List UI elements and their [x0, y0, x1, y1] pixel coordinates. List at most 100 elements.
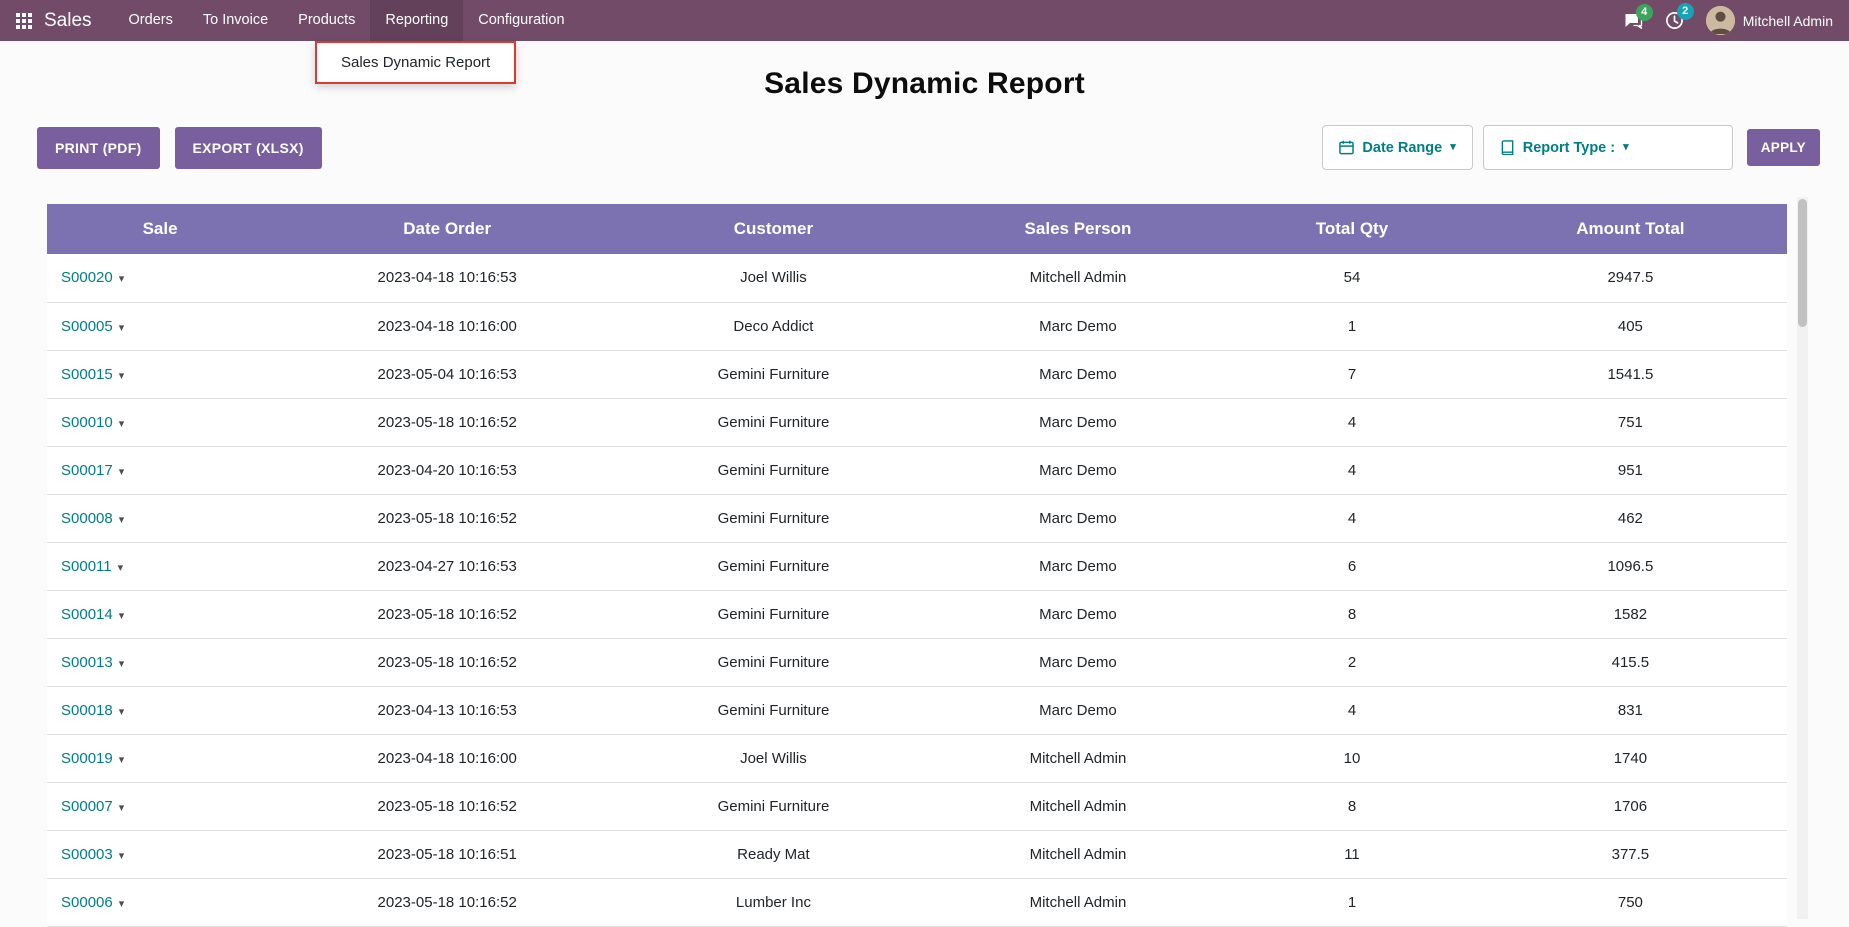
total-qty-cell: 4	[1230, 494, 1474, 542]
activities-count-badge: 2	[1677, 3, 1694, 20]
reporting-dropdown-menu: Sales Dynamic Report	[315, 41, 516, 84]
table-row: S00008▾2023-05-18 10:16:52Gemini Furnitu…	[47, 494, 1787, 542]
sale-dropdown-caret-icon[interactable]: ▾	[119, 898, 125, 910]
customer-cell: Gemini Furniture	[621, 350, 926, 398]
table-row: S00020▾2023-04-18 10:16:53Joel WillisMit…	[47, 254, 1787, 302]
customer-cell: Joel Willis	[621, 734, 926, 782]
messages-icon[interactable]: 4	[1624, 12, 1643, 30]
date-order-cell: 2023-05-18 10:16:52	[273, 782, 621, 830]
nav-item-reporting[interactable]: Reporting	[370, 0, 463, 41]
total-qty-cell: 10	[1230, 734, 1474, 782]
sale-dropdown-caret-icon[interactable]: ▾	[119, 418, 125, 430]
sale-dropdown-caret-icon[interactable]: ▾	[119, 850, 125, 862]
app-brand-sales[interactable]: Sales	[44, 10, 92, 32]
sale-order-link[interactable]: S00014	[61, 606, 113, 623]
report-table: Sale Date Order Customer Sales Person To…	[47, 204, 1787, 927]
nav-item-products[interactable]: Products	[283, 0, 370, 41]
customer-cell: Gemini Furniture	[621, 638, 926, 686]
column-header-total-qty: Total Qty	[1230, 204, 1474, 254]
amount-total-cell: 377.5	[1474, 830, 1787, 878]
sale-dropdown-caret-icon[interactable]: ▾	[119, 466, 125, 478]
sale-cell: S00018 ▾	[47, 686, 273, 734]
activities-icon[interactable]: 2	[1665, 11, 1684, 30]
sale-cell: S00019 ▾	[47, 734, 273, 782]
sale-dropdown-caret-icon[interactable]: ▾	[119, 706, 125, 718]
sale-cell: S00010 ▾	[47, 398, 273, 446]
menu-item-sales-dynamic-report[interactable]: Sales Dynamic Report	[317, 43, 514, 82]
amount-total-cell: 951	[1474, 446, 1787, 494]
date-order-cell: 2023-05-18 10:16:52	[273, 638, 621, 686]
sale-dropdown-caret-icon[interactable]: ▾	[119, 370, 125, 382]
print-pdf-button[interactable]: PRINT (PDF)	[37, 127, 160, 169]
apps-grid-icon[interactable]	[16, 13, 32, 29]
sale-order-link[interactable]: S00015	[61, 366, 113, 383]
report-type-button[interactable]: Report Type : ▾	[1484, 126, 1645, 169]
total-qty-cell: 4	[1230, 446, 1474, 494]
sale-order-link[interactable]: S00018	[61, 702, 113, 719]
sale-order-link[interactable]: S00005	[61, 318, 113, 335]
sales-person-cell: Mitchell Admin	[926, 830, 1231, 878]
user-name-label: Mitchell Admin	[1743, 13, 1833, 29]
vertical-scrollbar-track[interactable]	[1797, 197, 1808, 919]
sale-order-link[interactable]: S00020	[61, 269, 113, 286]
table-row: S00019▾2023-04-18 10:16:00Joel WillisMit…	[47, 734, 1787, 782]
sale-order-link[interactable]: S00011	[61, 558, 112, 575]
column-header-sales-person: Sales Person	[926, 204, 1231, 254]
sale-order-link[interactable]: S00013	[61, 654, 113, 671]
customer-cell: Gemini Furniture	[621, 542, 926, 590]
sale-order-link[interactable]: S00008	[61, 510, 113, 527]
vertical-scrollbar-thumb[interactable]	[1798, 199, 1807, 327]
nav-item-orders[interactable]: Orders	[114, 0, 188, 41]
sales-person-cell: Mitchell Admin	[926, 734, 1231, 782]
sale-order-link[interactable]: S00010	[61, 414, 113, 431]
date-order-cell: 2023-05-18 10:16:52	[273, 494, 621, 542]
sale-dropdown-caret-icon[interactable]: ▾	[119, 658, 125, 670]
amount-total-cell: 415.5	[1474, 638, 1787, 686]
nav-item-to-invoice[interactable]: To Invoice	[188, 0, 283, 41]
sale-cell: S00020 ▾	[47, 254, 273, 302]
report-type-label: Report Type :	[1523, 140, 1615, 156]
user-menu[interactable]: Mitchell Admin	[1706, 6, 1833, 35]
amount-total-cell: 1706	[1474, 782, 1787, 830]
date-order-cell: 2023-05-04 10:16:53	[273, 350, 621, 398]
sale-dropdown-caret-icon[interactable]: ▾	[119, 610, 125, 622]
table-row: S00018▾2023-04-13 10:16:53Gemini Furnitu…	[47, 686, 1787, 734]
sale-order-link[interactable]: S00019	[61, 750, 113, 767]
sale-order-link[interactable]: S00007	[61, 798, 113, 815]
amount-total-cell: 2947.5	[1474, 254, 1787, 302]
table-row: S00011▾2023-04-27 10:16:53Gemini Furnitu…	[47, 542, 1787, 590]
nav-item-configuration[interactable]: Configuration	[463, 0, 579, 41]
date-order-cell: 2023-05-18 10:16:52	[273, 398, 621, 446]
export-xlsx-button[interactable]: EXPORT (XLSX)	[175, 127, 322, 169]
table-row: S00007▾2023-05-18 10:16:52Gemini Furnitu…	[47, 782, 1787, 830]
sale-cell: S00013 ▾	[47, 638, 273, 686]
total-qty-cell: 7	[1230, 350, 1474, 398]
sales-person-cell: Marc Demo	[926, 398, 1231, 446]
sales-person-cell: Marc Demo	[926, 542, 1231, 590]
column-header-customer: Customer	[621, 204, 926, 254]
sale-dropdown-caret-icon[interactable]: ▾	[119, 273, 125, 285]
sale-order-link[interactable]: S00017	[61, 462, 113, 479]
apply-button[interactable]: APPLY	[1747, 129, 1820, 166]
sale-dropdown-caret-icon[interactable]: ▾	[119, 322, 125, 334]
table-row: S00017▾2023-04-20 10:16:53Gemini Furnitu…	[47, 446, 1787, 494]
amount-total-cell: 1096.5	[1474, 542, 1787, 590]
sale-dropdown-caret-icon[interactable]: ▾	[118, 562, 124, 574]
page-title: Sales Dynamic Report	[0, 67, 1849, 101]
total-qty-cell: 2	[1230, 638, 1474, 686]
sale-order-link[interactable]: S00006	[61, 894, 113, 911]
total-qty-cell: 1	[1230, 302, 1474, 350]
sale-dropdown-caret-icon[interactable]: ▾	[119, 514, 125, 526]
sale-dropdown-caret-icon[interactable]: ▾	[119, 802, 125, 814]
sales-person-cell: Marc Demo	[926, 446, 1231, 494]
main-content: Sales Dynamic Report PRINT (PDF) EXPORT …	[0, 67, 1849, 927]
sale-cell: S00003 ▾	[47, 830, 273, 878]
date-range-box: Date Range ▾	[1322, 125, 1472, 170]
sales-person-cell: Mitchell Admin	[926, 782, 1231, 830]
sale-dropdown-caret-icon[interactable]: ▾	[119, 754, 125, 766]
total-qty-cell: 8	[1230, 782, 1474, 830]
amount-total-cell: 1541.5	[1474, 350, 1787, 398]
date-range-button[interactable]: Date Range ▾	[1323, 126, 1471, 169]
customer-cell: Gemini Furniture	[621, 398, 926, 446]
sale-order-link[interactable]: S00003	[61, 846, 113, 863]
